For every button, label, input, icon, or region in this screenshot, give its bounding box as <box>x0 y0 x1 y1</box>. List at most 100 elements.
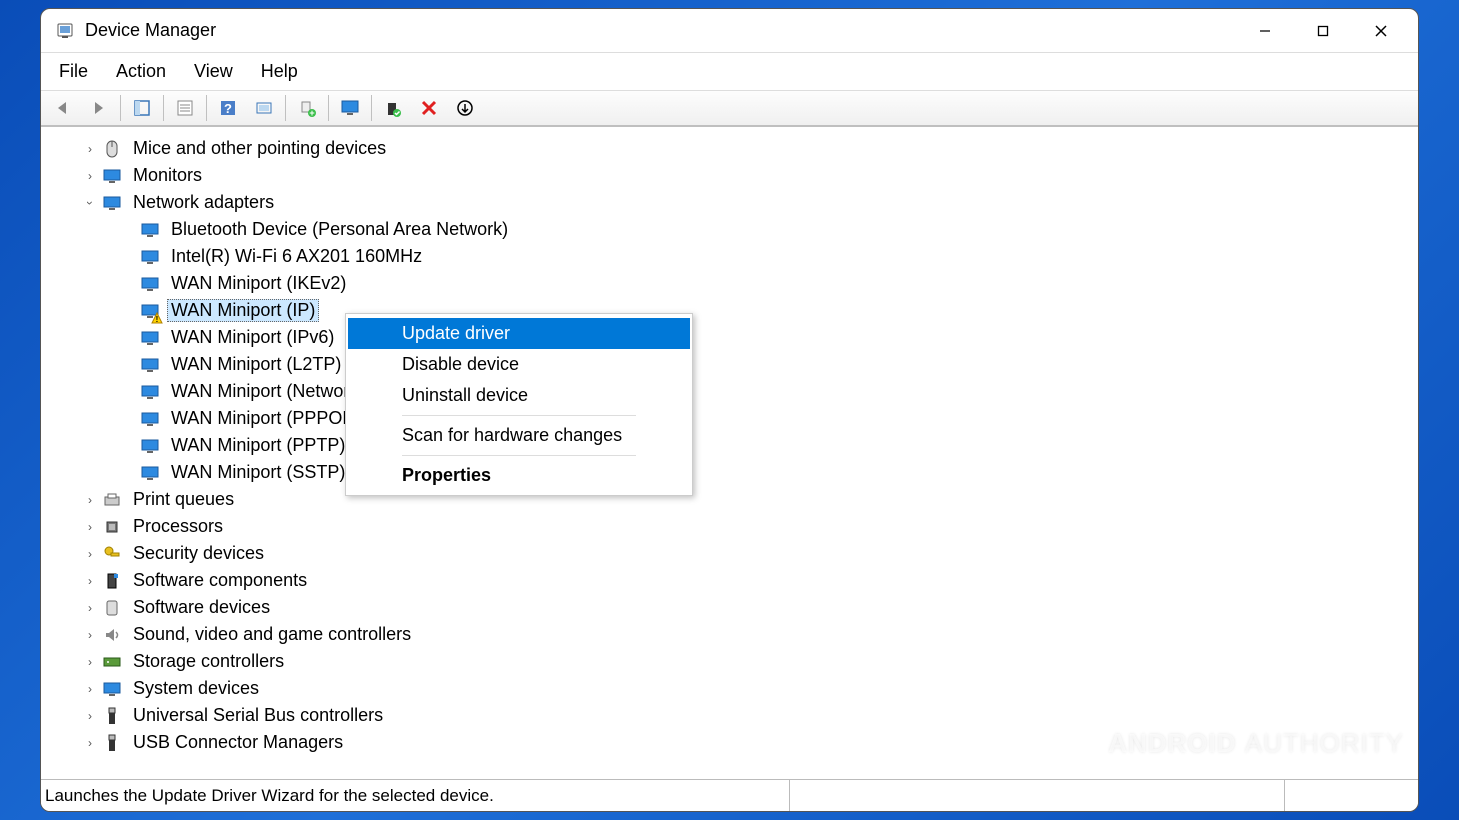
properties-toolbar-button[interactable] <box>170 93 200 123</box>
system-icon <box>101 678 123 700</box>
status-cell <box>1284 780 1414 811</box>
back-button[interactable] <box>48 93 78 123</box>
titlebar: Device Manager <box>41 9 1418 53</box>
tree-item-wan-ipv6[interactable]: WAN Miniport (IPv6) <box>41 324 1418 351</box>
tree-item-storage[interactable]: › Storage controllers <box>41 648 1418 675</box>
monitor-toolbar-button[interactable] <box>335 93 365 123</box>
printer-icon <box>101 489 123 511</box>
tree-label: Software components <box>133 570 307 590</box>
network-adapter-icon <box>139 381 161 403</box>
context-scan-hardware[interactable]: Scan for hardware changes <box>354 420 684 451</box>
expand-icon[interactable]: › <box>81 601 99 615</box>
tree-item-network-adapters[interactable]: › Network adapters <box>41 189 1418 216</box>
tree-item-wan-l2tp[interactable]: WAN Miniport (L2TP) <box>41 351 1418 378</box>
expand-icon[interactable]: › <box>81 574 99 588</box>
expand-icon[interactable]: › <box>81 142 99 156</box>
forward-button[interactable] <box>84 93 114 123</box>
close-button[interactable] <box>1352 9 1410 53</box>
context-uninstall-device[interactable]: Uninstall device <box>354 380 684 411</box>
svg-text:?: ? <box>224 101 232 116</box>
statusbar: Launches the Update Driver Wizard for th… <box>41 779 1418 811</box>
tree-item-software-components[interactable]: › Software components <box>41 567 1418 594</box>
expand-icon[interactable]: › <box>81 169 99 183</box>
menu-help[interactable]: Help <box>247 57 312 86</box>
tree-item-wan-pppoe[interactable]: WAN Miniport (PPPOE) <box>41 405 1418 432</box>
tree-label: USB Connector Managers <box>133 732 343 752</box>
tree-item-monitors[interactable]: › Monitors <box>41 162 1418 189</box>
tree-label: WAN Miniport (IPv6) <box>171 327 334 347</box>
status-cell <box>789 780 989 811</box>
tree-label: WAN Miniport (IKEv2) <box>171 273 346 293</box>
window-title: Device Manager <box>85 20 1236 41</box>
menu-view[interactable]: View <box>180 57 247 86</box>
tree-label: Security devices <box>133 543 264 563</box>
monitor-icon <box>101 165 123 187</box>
tree-item-mice[interactable]: › Mice and other pointing devices <box>41 135 1418 162</box>
maximize-button[interactable] <box>1294 9 1352 53</box>
tree-item-bluetooth-pan[interactable]: Bluetooth Device (Personal Area Network) <box>41 216 1418 243</box>
expand-icon[interactable]: › <box>81 628 99 642</box>
tree-label: Print queues <box>133 489 234 509</box>
minimize-button[interactable] <box>1236 9 1294 53</box>
help-toolbar-button[interactable]: ? <box>213 93 243 123</box>
network-adapter-icon <box>139 435 161 457</box>
uninstall-toolbar-button[interactable] <box>414 93 444 123</box>
context-disable-device[interactable]: Disable device <box>354 349 684 380</box>
tree-item-print-queues[interactable]: › Print queues <box>41 486 1418 513</box>
enable-toolbar-button[interactable] <box>378 93 408 123</box>
tree-label: Bluetooth Device (Personal Area Network) <box>171 219 508 239</box>
component-icon <box>101 570 123 592</box>
scan-hardware-toolbar-button[interactable] <box>249 93 279 123</box>
network-adapter-icon <box>139 408 161 430</box>
expand-icon[interactable]: › <box>81 655 99 669</box>
context-update-driver[interactable]: Update driver <box>348 318 690 349</box>
expand-icon[interactable]: › <box>81 547 99 561</box>
key-icon <box>101 543 123 565</box>
status-text: Launches the Update Driver Wizard for th… <box>45 786 494 806</box>
menu-action[interactable]: Action <box>102 57 180 86</box>
expand-icon[interactable]: › <box>81 493 99 507</box>
device-manager-window: Device Manager File Action View Help ? + <box>40 8 1419 812</box>
context-separator <box>402 455 636 456</box>
software-device-icon <box>101 597 123 619</box>
expand-icon[interactable]: › <box>81 520 99 534</box>
cpu-icon <box>101 516 123 538</box>
tree-item-usb-connector-managers[interactable]: › USB Connector Managers <box>41 729 1418 756</box>
tree-item-wan-ip[interactable]: ! WAN Miniport (IP) <box>41 297 1418 324</box>
show-hide-tree-button[interactable] <box>127 93 157 123</box>
tree-item-wan-ikev2[interactable]: WAN Miniport (IKEv2) <box>41 270 1418 297</box>
menu-file[interactable]: File <box>45 57 102 86</box>
network-adapter-icon <box>139 219 161 241</box>
tree-label: WAN Miniport (L2TP) <box>171 354 341 374</box>
expand-icon[interactable]: › <box>81 736 99 750</box>
device-tree[interactable]: › Mice and other pointing devices › Moni… <box>41 127 1418 779</box>
disable-toolbar-button[interactable] <box>450 93 480 123</box>
tree-item-sound[interactable]: › Sound, video and game controllers <box>41 621 1418 648</box>
tree-label: WAN Miniport (SSTP) <box>171 462 345 482</box>
expand-icon[interactable]: › <box>81 709 99 723</box>
collapse-icon[interactable]: › <box>83 194 97 212</box>
update-driver-toolbar-button[interactable]: + <box>292 93 322 123</box>
tree-label: WAN Miniport (PPPOE) <box>171 408 360 428</box>
tree-item-processors[interactable]: › Processors <box>41 513 1418 540</box>
tree-item-security-devices[interactable]: › Security devices <box>41 540 1418 567</box>
toolbar-separator <box>285 95 286 121</box>
context-separator <box>402 415 636 416</box>
toolbar: ? + <box>41 91 1418 127</box>
svg-text:!: ! <box>156 315 159 324</box>
mouse-icon <box>101 138 123 160</box>
tree-item-wan-pptp[interactable]: WAN Miniport (PPTP) <box>41 432 1418 459</box>
network-adapter-icon <box>139 246 161 268</box>
expand-icon[interactable]: › <box>81 682 99 696</box>
network-adapter-icon <box>139 462 161 484</box>
tree-item-wan-netmon[interactable]: WAN Miniport (Network Monitor) <box>41 378 1418 405</box>
tree-item-intel-wifi[interactable]: Intel(R) Wi-Fi 6 AX201 160MHz <box>41 243 1418 270</box>
tree-item-system-devices[interactable]: › System devices <box>41 675 1418 702</box>
tree-label: Software devices <box>133 597 270 617</box>
context-properties[interactable]: Properties <box>354 460 684 491</box>
tree-item-software-devices[interactable]: › Software devices <box>41 594 1418 621</box>
tree-item-usb-controllers[interactable]: › Universal Serial Bus controllers <box>41 702 1418 729</box>
tree-item-wan-sstp[interactable]: WAN Miniport (SSTP) <box>41 459 1418 486</box>
tree-label: Monitors <box>133 165 202 185</box>
tree-label: Mice and other pointing devices <box>133 138 386 158</box>
